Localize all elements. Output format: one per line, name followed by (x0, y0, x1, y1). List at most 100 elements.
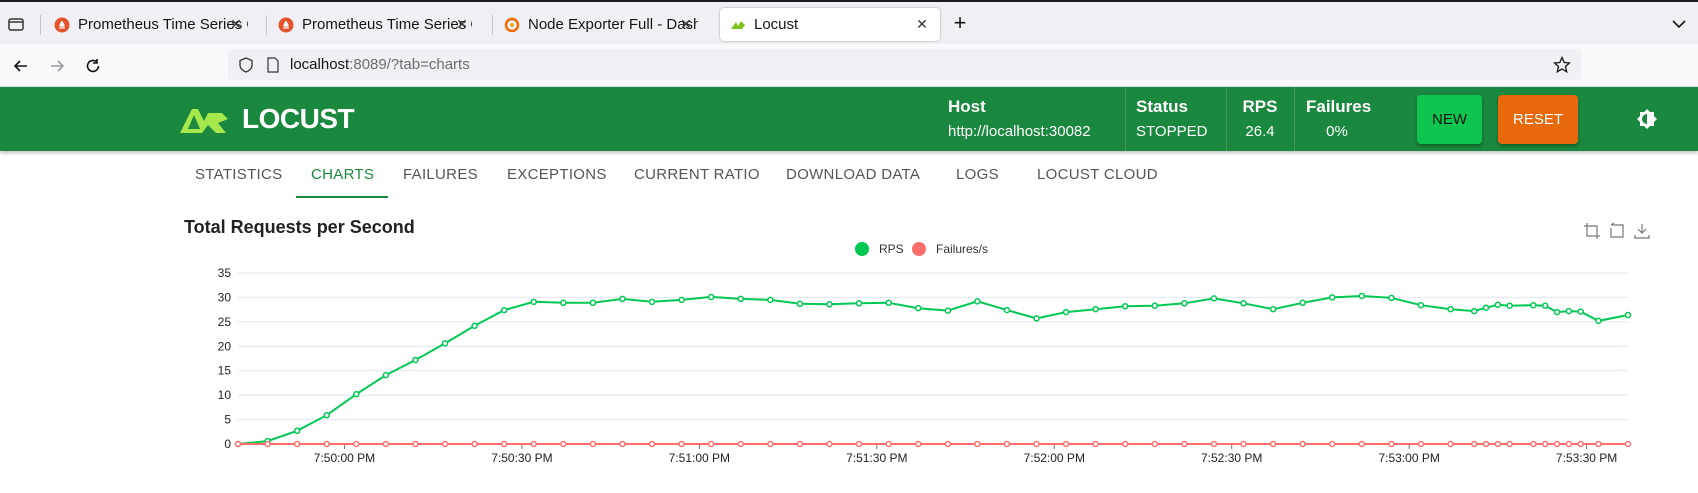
url-bar[interactable]: localhost:8089/?tab=charts (228, 49, 1581, 80)
tab-failures[interactable]: FAILURES (403, 152, 478, 198)
failures-data-point (796, 440, 804, 448)
forward-arrow-icon[interactable] (47, 56, 67, 76)
rps-data-point (1494, 301, 1502, 309)
rps-data-point (1595, 317, 1602, 325)
failures-data-point (1358, 440, 1366, 448)
reset-button[interactable]: RESET (1498, 95, 1578, 144)
close-icon[interactable]: ✕ (228, 16, 244, 32)
tab-statistics[interactable]: STATISTICS (195, 152, 282, 198)
rps-data-point (1388, 294, 1395, 302)
back-arrow-icon[interactable] (11, 56, 31, 76)
rps-data-point (500, 306, 508, 314)
close-icon[interactable]: ✕ (454, 16, 470, 32)
browser-tab-node-exporter[interactable]: Node Exporter Full - Dash ✕ (494, 8, 704, 41)
url-host: localhost (290, 56, 350, 73)
rps-data-point (1269, 305, 1277, 313)
chart-title: Total Requests per Second (184, 217, 415, 237)
failures-data-point (1003, 440, 1011, 448)
locust-logo-text: LOCUST (242, 103, 355, 134)
browser-tab-prometheus-2[interactable]: Prometheus Time Series C ✕ (268, 8, 480, 41)
chevron-down-icon[interactable] (1670, 15, 1688, 33)
theme-toggle-icon[interactable] (1636, 108, 1658, 130)
rps-data-point (648, 298, 656, 306)
tab-logs[interactable]: LOGS (956, 152, 999, 198)
failures-data-point (1565, 440, 1573, 448)
rps-data-point (1565, 307, 1573, 315)
failures-data-point (353, 440, 360, 448)
legend-label: Failures/s (936, 242, 989, 256)
browser-nav-bar: localhost:8089/?tab=charts (0, 44, 1698, 87)
rps-series-line (237, 294, 1629, 445)
tab-download-data[interactable]: DOWNLOAD DATA (786, 152, 920, 198)
x-tick-label: 7:51:30 PM (846, 451, 907, 465)
failures-data-point (1494, 440, 1502, 448)
rps-data-point (382, 371, 390, 379)
failures-label: Failures (1306, 97, 1372, 116)
tab-list-icon[interactable] (6, 14, 26, 34)
failures-data-point (1062, 440, 1070, 448)
locust-header: LOCUST Host http://localhost:30082 Statu… (0, 87, 1698, 151)
rps-data-point (737, 295, 745, 303)
rps-data-point (1506, 302, 1513, 309)
new-tab-button[interactable]: + (950, 12, 970, 34)
zoom-reset-icon[interactable] (1608, 222, 1626, 240)
failures-data-point (737, 440, 745, 448)
locust-favicon-icon (731, 20, 745, 29)
rps-data-point (619, 295, 626, 303)
browser-tab-title: Locust (754, 16, 799, 33)
failures-data-point (855, 440, 863, 448)
rps-data-point (471, 322, 478, 330)
legend-label: RPS (879, 242, 904, 256)
legend-dot (855, 242, 869, 256)
y-tick-label: 35 (218, 266, 232, 280)
rps-value: 26.4 (1245, 123, 1275, 140)
browser-tab-prometheus-1[interactable]: Prometheus Time Series C ✕ (44, 8, 254, 41)
rps-data-point (1482, 304, 1490, 311)
legend-item-rps[interactable]: RPS (855, 242, 904, 256)
tab-charts[interactable]: CHARTS (311, 152, 374, 198)
rps-data-point (323, 411, 330, 419)
rps-data-point (264, 437, 271, 445)
reload-icon[interactable] (83, 56, 103, 76)
failures-data-point (441, 440, 449, 448)
star-icon[interactable] (1553, 56, 1571, 74)
download-icon[interactable] (1633, 222, 1651, 240)
legend-item-failures[interactable]: Failures/s (912, 242, 988, 256)
failures-data-point (678, 440, 685, 448)
rps-data-point (441, 340, 449, 347)
rps-data-point (855, 300, 863, 307)
rps-stat: RPS 26.4 (1240, 97, 1280, 140)
url-text[interactable]: localhost:8089/?tab=charts (290, 56, 470, 73)
failures-data-point (1151, 440, 1159, 448)
rps-data-point (1541, 302, 1549, 309)
rps-data-point (1240, 300, 1247, 307)
new-button[interactable]: NEW (1417, 95, 1482, 144)
rps-data-point (1447, 305, 1454, 313)
rps-label: RPS (1242, 97, 1278, 116)
rps-data-point (1210, 295, 1218, 302)
close-icon[interactable]: ✕ (678, 16, 694, 32)
x-tick-label: 7:53:30 PM (1556, 451, 1617, 465)
failures-data-point (560, 440, 567, 448)
zoom-icon[interactable] (1583, 222, 1601, 240)
close-icon[interactable]: ✕ (914, 16, 930, 32)
y-tick-label: 0 (224, 437, 231, 451)
shield-icon[interactable] (238, 57, 254, 73)
x-tick-label: 7:50:30 PM (491, 451, 552, 465)
rps-data-point (678, 296, 685, 304)
rps-data-point (412, 356, 419, 364)
rps-data-point (353, 390, 360, 398)
host-stat: Host http://localhost:30082 (948, 97, 1091, 140)
browser-tab-locust[interactable]: Locust ✕ (720, 8, 940, 41)
legend-dot (912, 242, 926, 256)
tab-current-ratio[interactable]: CURRENT RATIO (634, 152, 760, 198)
browser-tab-title: Prometheus Time Series C (78, 16, 248, 33)
tab-exceptions[interactable]: EXCEPTIONS (507, 152, 607, 198)
tab-locust-cloud[interactable]: LOCUST CLOUD (1037, 152, 1158, 198)
failures-data-point (914, 440, 922, 448)
failures-data-point (382, 440, 390, 448)
rps-data-point (885, 299, 892, 307)
failures-value: 0% (1326, 123, 1348, 140)
url-path: :8089/?tab=charts (349, 56, 470, 73)
page-icon[interactable] (266, 57, 280, 73)
